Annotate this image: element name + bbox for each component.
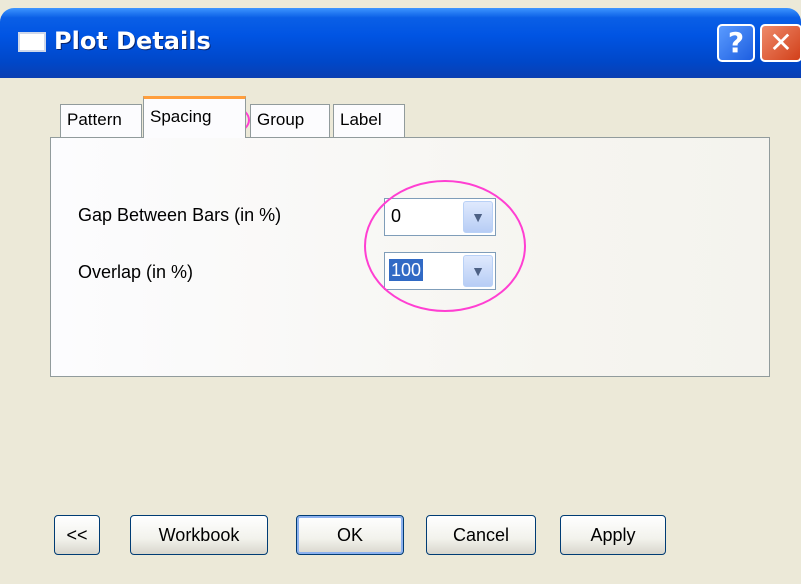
chevron-down-icon[interactable]: ▼ [463,255,493,287]
tab-spacing[interactable]: Spacing [143,96,246,138]
gap-value[interactable]: 0 [391,205,401,227]
overlap-combobox[interactable]: 100 ▼ [384,252,496,290]
apply-button[interactable]: Apply [560,515,666,555]
gap-label: Gap Between Bars (in %) [78,205,282,225]
tab-group[interactable]: Group [250,104,330,137]
chevron-down-icon[interactable]: ▼ [463,201,493,233]
overlap-value[interactable]: 100 [389,259,424,281]
help-icon[interactable]: ? [717,24,755,62]
collapse-button[interactable]: << [54,515,100,555]
tab-pattern[interactable]: Pattern [60,104,142,137]
plot-details-dialog: Plot Details ? ✕ Pattern Spacing Group L… [0,0,801,584]
window-title: Plot Details [54,27,211,55]
tab-label[interactable]: Label [333,104,405,137]
ok-button[interactable]: OK [296,515,404,555]
gap-combobox[interactable]: 0 ▼ [384,198,496,236]
overlap-label: Overlap (in %) [78,262,194,282]
title-bar[interactable]: Plot Details ? ✕ [0,8,801,78]
cancel-button[interactable]: Cancel [426,515,536,555]
window-icon [18,32,46,52]
close-icon[interactable]: ✕ [760,24,801,62]
workbook-button[interactable]: Workbook [130,515,268,555]
